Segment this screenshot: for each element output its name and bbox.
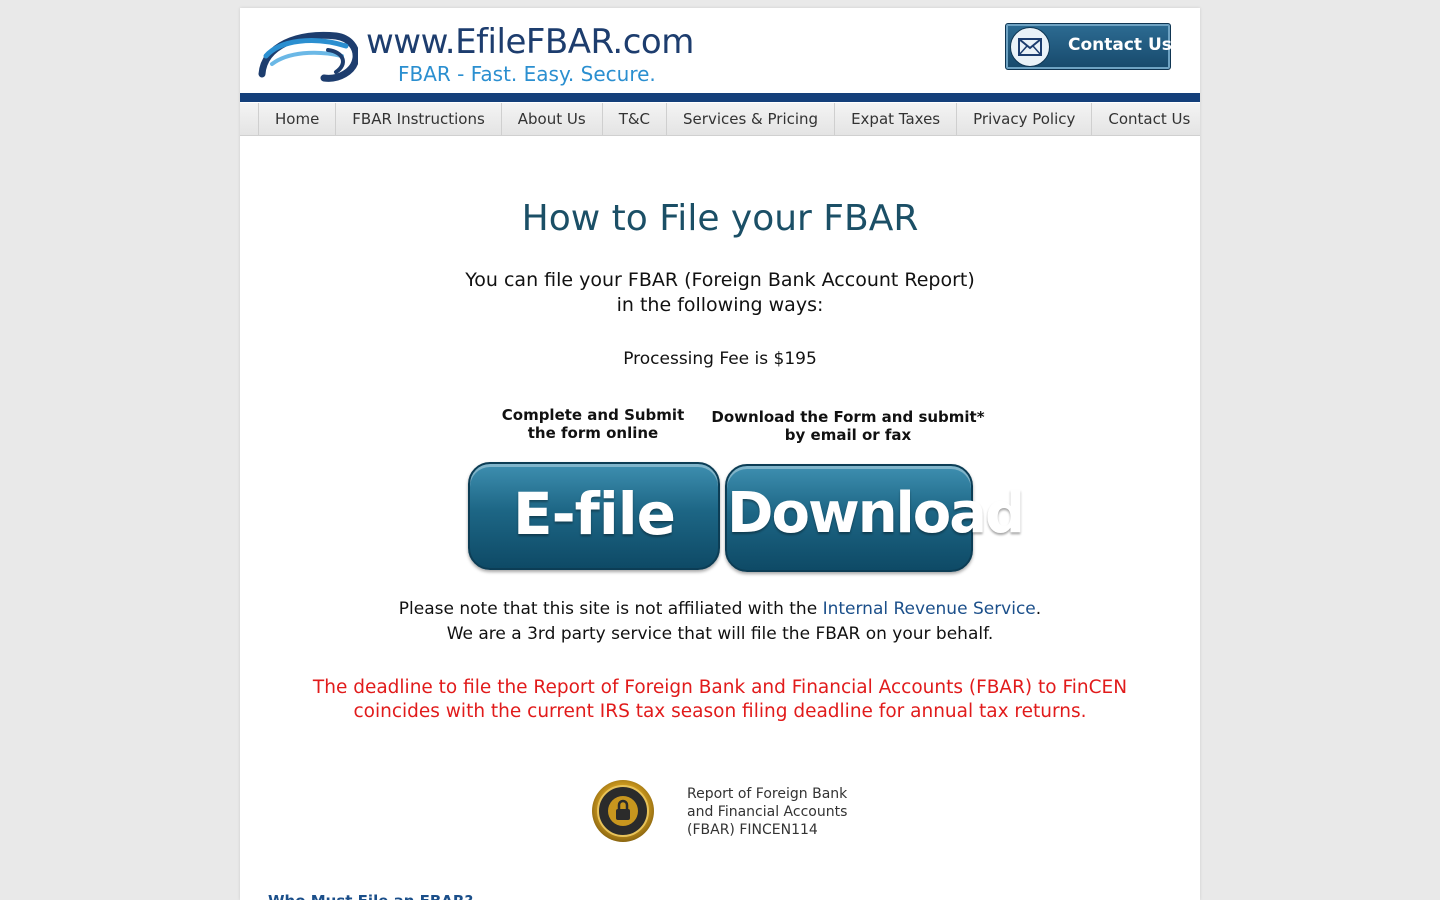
disclaimer-line-1: Please note that this site is not affili… — [240, 597, 1200, 622]
who-must-file-link[interactable]: Who Must File an FBAR? — [268, 892, 473, 900]
disclaimer-note: Please note that this site is not affili… — [240, 597, 1200, 647]
nav-item-fbar-instructions[interactable]: FBAR Instructions — [336, 103, 502, 135]
main-nav: Home FBAR Instructions About Us T&C Serv… — [240, 103, 1200, 136]
download-caption: Download the Form and submit* by email o… — [710, 408, 986, 444]
nav-item-contact-us[interactable]: Contact Us — [1092, 103, 1200, 135]
seal-caption: Report of Foreign Bank and Financial Acc… — [687, 785, 847, 839]
disclaimer-line-2: We are a 3rd party service that will fil… — [446, 624, 994, 644]
header-divider — [240, 93, 1200, 102]
nav-item-home[interactable]: Home — [259, 103, 337, 135]
download-button[interactable]: Download — [725, 464, 1025, 572]
efile-button[interactable]: E-file — [468, 462, 720, 570]
envelope-icon — [1010, 27, 1050, 67]
swoosh-logo-icon — [258, 31, 358, 82]
seal-caption-line-2: and Financial Accounts — [687, 804, 848, 820]
deadline-line-1: The deadline to file the Report of Forei… — [312, 677, 1128, 698]
nav-item-services-pricing[interactable]: Services & Pricing — [667, 103, 836, 135]
download-caption-line-2: by email or fax — [784, 426, 912, 444]
page-container: www.EfileFBAR.com FBAR - Fast. Easy. Sec… — [240, 8, 1200, 900]
download-caption-line-1: Download the Form and submit* — [711, 408, 985, 426]
seal-caption-line-1: Report of Foreign Bank — [687, 786, 848, 802]
intro-line-1: You can file your FBAR (Foreign Bank Acc… — [465, 269, 975, 291]
intro-line-2: in the following ways: — [616, 294, 824, 316]
efile-caption: Complete and Submit the form online — [470, 406, 716, 442]
efile-caption-line-2: the form online — [527, 424, 659, 442]
deadline-line-2: coincides with the current IRS tax seaso… — [353, 701, 1087, 722]
contact-us-header-label: Contact Us — [1068, 35, 1172, 55]
processing-fee: Processing Fee is $195 — [623, 349, 817, 369]
site-title: www.EfileFBAR.com — [366, 22, 694, 62]
nav-item-about-us[interactable]: About Us — [502, 103, 603, 135]
disclaimer-period: . — [1035, 599, 1042, 619]
nav-item-terms[interactable]: T&C — [603, 103, 668, 135]
page-title: How to File your FBAR — [521, 198, 919, 239]
nav-item-privacy-policy[interactable]: Privacy Policy — [957, 103, 1093, 135]
intro-text: You can file your FBAR (Foreign Bank Acc… — [240, 268, 1200, 318]
disclaimer-text: Please note that this site is not affili… — [398, 599, 823, 619]
contact-us-header-button[interactable]: Contact Us — [1005, 23, 1172, 70]
site-tagline: FBAR - Fast. Easy. Secure. — [398, 62, 656, 86]
efile-caption-line-1: Complete and Submit — [501, 406, 685, 424]
irs-link[interactable]: Internal Revenue Service — [823, 599, 1036, 619]
site-logo[interactable]: www.EfileFBAR.com FBAR - Fast. Easy. Sec… — [258, 22, 698, 88]
secure-seal-icon — [592, 780, 654, 842]
seal-caption-line-3: (FBAR) FINCEN114 — [687, 822, 818, 838]
nav-item-expat-taxes[interactable]: Expat Taxes — [835, 103, 958, 135]
deadline-notice: The deadline to file the Report of Forei… — [240, 676, 1200, 724]
